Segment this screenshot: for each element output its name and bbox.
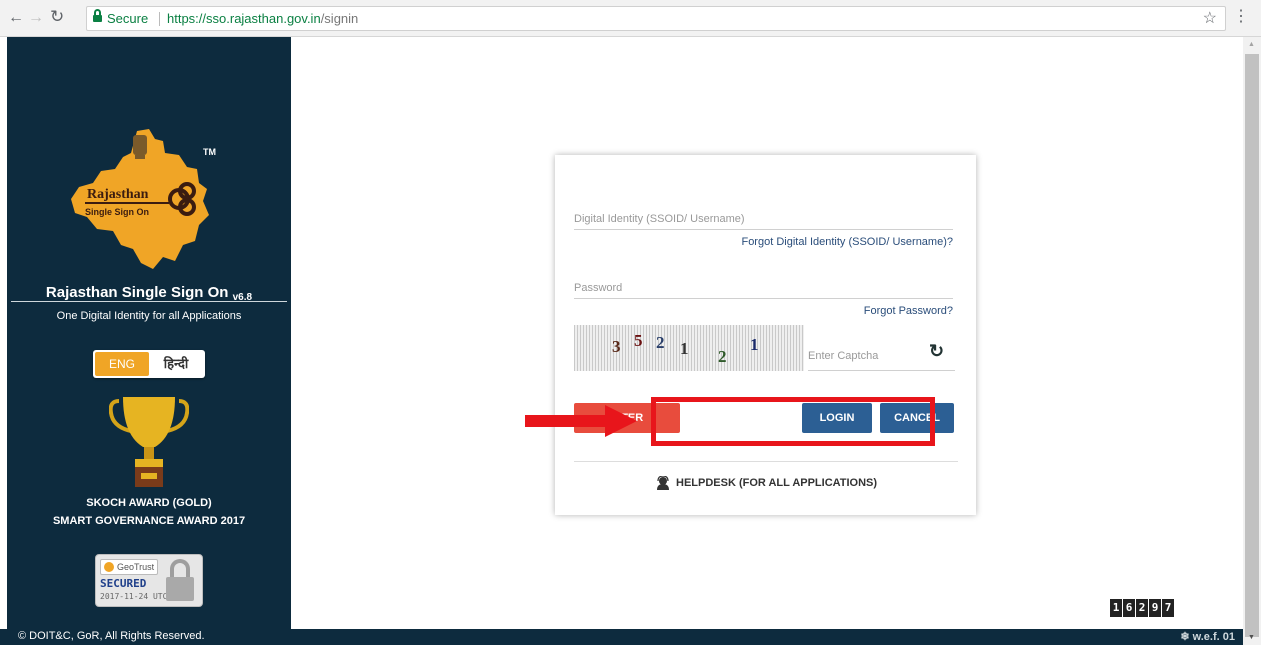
password-input[interactable]: Password [574, 277, 953, 299]
captcha-char: 1 [750, 335, 759, 354]
tagline: One Digital Identity for all Application… [56, 310, 242, 322]
divider [11, 301, 287, 302]
padlock-icon [164, 559, 196, 603]
scroll-up-arrow-icon[interactable]: ▲ [1248, 41, 1255, 48]
counter-digit: 7 [1162, 599, 1174, 617]
trophy-icon [109, 397, 189, 487]
visitor-counter: 1 6 2 9 7 [1110, 599, 1174, 617]
logo-text-main: Rajasthan [87, 187, 149, 202]
captcha-char: 2 [656, 333, 665, 352]
copyright-text: © DOIT&C, GoR, All Rights Reserved. [18, 630, 205, 642]
geotrust-date: 2017-11-24 UTC [100, 592, 168, 601]
scroll-down-arrow-icon[interactable]: ▼ [1248, 634, 1255, 641]
divider [574, 461, 958, 462]
login-card: Digital Identity (SSOID/ Username) Forgo… [555, 155, 976, 515]
bookmark-star-icon[interactable]: ☆ [1203, 7, 1217, 30]
logo-text-sub: Single Sign On [85, 207, 149, 217]
lang-hindi-button[interactable]: हिन्दी [149, 352, 203, 376]
captcha-char: 3 [612, 337, 621, 356]
browser-toolbar: ← → ↻ Secure https://sso.rajasthan.gov.i… [0, 0, 1261, 37]
url-text: https://sso.rajasthan.gov.in/signin [167, 7, 358, 30]
sidebar: Rajasthan Single Sign On TM Rajasthan Si… [7, 37, 291, 645]
geotrust-logo-icon [104, 562, 114, 572]
annotation-arrow-icon [525, 405, 637, 437]
footer: © DOIT&C, GoR, All Rights Reserved. ❄ w.… [0, 629, 1243, 645]
wef-text: ❄ w.e.f. 01 [1180, 631, 1235, 643]
geotrust-seal[interactable]: GeoTrust SECURED 2017-11-24 UTC [95, 554, 203, 607]
counter-digit: 9 [1149, 599, 1161, 617]
geotrust-brand: GeoTrust [100, 559, 159, 575]
helpdesk-label: HELPDESK (FOR ALL APPLICATIONS) [676, 477, 878, 489]
browser-menu-icon[interactable]: ⋮ [1233, 9, 1249, 25]
refresh-captcha-icon[interactable]: ↻ [929, 341, 944, 362]
support-agent-icon [657, 476, 669, 490]
lang-eng-button[interactable]: ENG [95, 352, 149, 376]
annotation-highlight-box [651, 397, 935, 446]
lock-icon [93, 9, 102, 23]
ssoid-input[interactable]: Digital Identity (SSOID/ Username) [574, 208, 953, 230]
forward-arrow-icon[interactable]: → [28, 10, 44, 26]
captcha-char: 5 [634, 331, 643, 350]
reload-icon[interactable]: ↻ [50, 8, 64, 25]
trademark: TM [203, 147, 216, 157]
forgot-password-link[interactable]: Forgot Password? [864, 305, 953, 317]
secure-label: Secure [107, 11, 149, 26]
captcha-char: 2 [718, 347, 727, 366]
counter-digit: 1 [1110, 599, 1122, 617]
captcha-char: 1 [680, 339, 689, 358]
url-host: https://sso.rajasthan.gov.in [167, 11, 321, 26]
captcha-image: 3 5 2 1 2 1 [574, 325, 804, 371]
page-scrollbar[interactable]: ▲ ▼ [1243, 37, 1261, 645]
address-separator [159, 12, 160, 26]
award-line-2: SMART GOVERNANCE AWARD 2017 [52, 515, 246, 527]
url-path: /signin [320, 11, 359, 26]
rajasthan-sso-logo: Rajasthan Single Sign On TM [67, 125, 227, 275]
back-arrow-icon[interactable]: ← [8, 10, 24, 26]
counter-digit: 6 [1123, 599, 1135, 617]
counter-digit: 2 [1136, 599, 1148, 617]
app-title: Rajasthan Single Sign On v6.8 [7, 284, 291, 303]
address-bar[interactable]: Secure https://sso.rajasthan.gov.in/sign… [86, 6, 1226, 31]
award-line-1: SKOCH AWARD (GOLD) [86, 497, 212, 509]
geotrust-brand-text: GeoTrust [117, 562, 155, 572]
scrollbar-thumb[interactable] [1245, 54, 1259, 637]
language-toggle: ENG हिन्दी [93, 350, 205, 378]
forgot-ssoid-link[interactable]: Forgot Digital Identity (SSOID/ Username… [741, 236, 953, 248]
geotrust-secured: SECURED [100, 577, 147, 590]
app-name-text: Rajasthan Single Sign On [45, 284, 229, 301]
